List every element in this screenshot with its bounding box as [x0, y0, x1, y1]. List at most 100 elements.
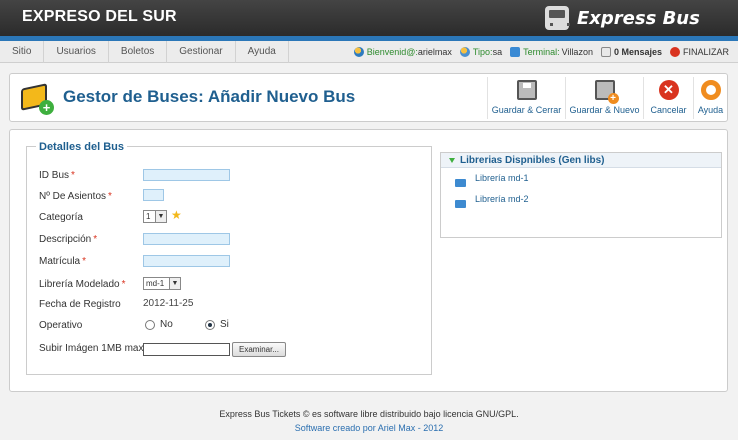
user-icon — [353, 47, 364, 57]
folder-icon — [455, 179, 466, 187]
help-label: Ayuda — [697, 105, 724, 115]
status-bar: Bienvenid@: arielmax Tipo: sa Terminal: … — [346, 41, 729, 63]
star-icon[interactable]: ★ — [171, 208, 182, 222]
brand-name: EXPRESO DEL SUR — [22, 8, 177, 25]
libraries-panel: Librerias Dispnibles (Gen libs) Librería… — [440, 152, 722, 238]
save-new-icon — [594, 80, 619, 104]
save-new-label: Guardar & Nuevo — [569, 105, 640, 115]
type-value: sa — [492, 47, 503, 57]
model-select[interactable]: md-1 ▼ — [143, 277, 181, 290]
plate-label: Matrícula — [39, 255, 81, 267]
description-row: Descripción * — [39, 231, 97, 247]
operative-yes-label: Si — [220, 319, 229, 330]
messages-link[interactable]: 0 Mensajes — [600, 47, 662, 57]
user-type-icon — [459, 47, 470, 57]
message-icon — [600, 47, 611, 57]
app-logo: Express Bus — [545, 5, 700, 31]
terminal-status: Terminal: Villazon — [510, 47, 593, 57]
model-label: Librería Modelado — [39, 278, 120, 290]
required-mark: * — [71, 169, 75, 181]
terminal-label: Terminal: — [523, 47, 560, 57]
plate-row: Matrícula * — [39, 253, 86, 269]
description-input[interactable] — [143, 233, 230, 245]
id-bus-row: ID Bus * — [39, 167, 75, 183]
welcome-status: Bienvenid@: arielmax — [353, 47, 452, 57]
library-item-label: Librería md-1 — [475, 173, 529, 183]
required-mark: * — [82, 255, 87, 267]
required-mark: * — [108, 190, 112, 202]
category-select[interactable]: 1 ▼ — [143, 210, 167, 223]
help-button[interactable]: Ayuda — [693, 77, 727, 119]
cancel-label: Cancelar — [650, 105, 687, 115]
save-close-button[interactable]: Guardar & Cerrar — [487, 77, 565, 119]
page-title: Gestor de Buses: Añadir Nuevo Bus — [63, 87, 356, 106]
welcome-label: Bienvenid@: — [366, 47, 418, 57]
logout-link[interactable]: FINALIZAR — [669, 47, 729, 57]
welcome-user: arielmax — [417, 47, 452, 57]
lifebuoy-icon — [700, 80, 721, 100]
model-value: md-1 — [146, 279, 165, 288]
operative-no-radio[interactable]: No — [145, 319, 173, 330]
cancel-button[interactable]: ✕ Cancelar — [643, 77, 693, 119]
home-icon — [510, 47, 521, 57]
id-bus-input[interactable] — [143, 169, 230, 181]
bus-details-legend: Detalles del Bus — [36, 141, 127, 153]
menu-bar: Sitio Usuarios Boletos Gestionar Ayuda B… — [0, 41, 738, 63]
category-row: Categoría — [39, 209, 83, 225]
radio-circle — [145, 319, 155, 330]
category-label: Categoría — [39, 211, 83, 223]
required-mark: * — [121, 278, 126, 290]
date-row: Fecha de Registro — [39, 296, 121, 312]
operative-no-label: No — [160, 319, 173, 330]
logout-label: FINALIZAR — [682, 47, 729, 57]
operative-yes-radio[interactable]: Si — [205, 319, 229, 330]
upload-row: Subir Imágen 1MB max — [39, 340, 144, 356]
main-menu: Sitio Usuarios Boletos Gestionar Ayuda — [0, 41, 289, 63]
chevron-down-icon: ▼ — [155, 211, 166, 222]
radio-circle-selected — [205, 319, 215, 330]
operative-label: Operativo — [39, 319, 83, 331]
library-item[interactable]: Librería md-2 — [455, 194, 529, 208]
operative-row: Operativo — [39, 317, 82, 333]
menu-item-boletos[interactable]: Boletos — [109, 41, 168, 63]
id-bus-label: ID Bus — [39, 169, 70, 181]
save-new-button[interactable]: Guardar & Nuevo — [565, 77, 643, 119]
library-item-label: Librería md-2 — [475, 194, 529, 204]
page-toolbar: + Gestor de Buses: Añadir Nuevo Bus Guar… — [9, 73, 728, 122]
chevron-down-icon: ▼ — [169, 278, 180, 289]
bus-details-fieldset: Detalles del Bus ID Bus * Nº De Asientos… — [26, 141, 432, 375]
menu-item-sitio[interactable]: Sitio — [0, 41, 45, 63]
toolbar-buttons: Guardar & Cerrar Guardar & Nuevo ✕ Cance… — [487, 77, 727, 119]
menu-item-usuarios[interactable]: Usuarios — [44, 41, 109, 63]
folder-icon — [455, 200, 466, 208]
library-item[interactable]: Librería md-1 — [455, 173, 529, 187]
description-label: Descripción — [39, 233, 92, 245]
collapse-triangle-icon — [449, 157, 455, 163]
category-value: 1 — [146, 212, 151, 221]
messages-count: 0 Mensajes — [613, 47, 662, 57]
seats-label: Nº De Asientos — [39, 190, 107, 202]
top-header: EXPRESO DEL SUR Express Bus — [0, 0, 738, 36]
menu-item-ayuda[interactable]: Ayuda — [236, 41, 289, 63]
required-mark: * — [93, 233, 98, 245]
type-label: Tipo: — [472, 47, 493, 57]
logo-text: Express Bus — [577, 7, 700, 29]
menu-item-gestionar[interactable]: Gestionar — [167, 41, 236, 63]
footer-credits[interactable]: Software creado por Ariel Max - 2012 — [0, 423, 738, 433]
seats-row: Nº De Asientos * — [39, 188, 112, 204]
libraries-header[interactable]: Librerias Dispnibles (Gen libs) — [441, 153, 721, 168]
footer-license: Express Bus Tickets © es software libre … — [219, 409, 519, 419]
save-close-label: Guardar & Cerrar — [491, 105, 562, 115]
date-value: 2012-11-25 — [143, 298, 194, 309]
upload-label: Subir Imágen 1MB max — [39, 342, 144, 354]
bus-icon — [545, 6, 570, 30]
browse-button[interactable]: Examinar... — [232, 342, 286, 357]
plate-input[interactable] — [143, 255, 230, 267]
file-path-input[interactable] — [143, 343, 230, 356]
save-icon — [516, 80, 537, 100]
content-area: Detalles del Bus ID Bus * Nº De Asientos… — [9, 129, 728, 392]
logout-icon — [669, 47, 680, 57]
date-label: Fecha de Registro — [39, 298, 121, 310]
model-row: Librería Modelado * — [39, 276, 126, 292]
seats-input[interactable] — [143, 189, 164, 201]
